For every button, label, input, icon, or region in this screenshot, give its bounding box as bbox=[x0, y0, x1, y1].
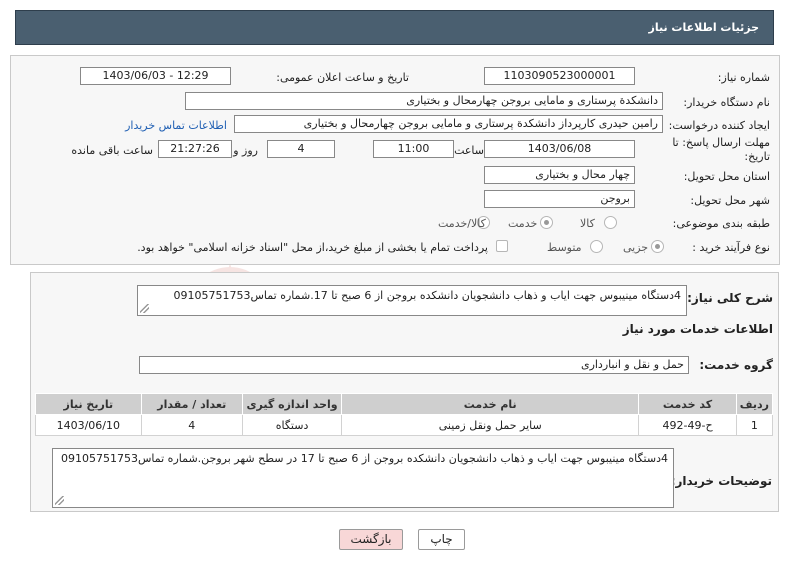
buyer-field: دانشکدة پرستاری و مامایی بروجن چهارمحال … bbox=[185, 92, 663, 110]
treasury-payment-note: پرداخت تمام یا بخشی از مبلغ خرید،از محل … bbox=[137, 241, 488, 254]
announce-datetime-field: 1403/06/03 - 12:29 bbox=[80, 67, 231, 85]
days-and-label: روز و bbox=[233, 144, 258, 157]
contact-info-link[interactable]: اطلاعات تماس خریدار bbox=[125, 119, 227, 132]
city-field: بروجن bbox=[484, 190, 635, 208]
services-title: اطلاعات خدمات مورد نیاز bbox=[622, 322, 773, 336]
cell-service-code: ح-49-492 bbox=[638, 414, 737, 436]
service-group-label: گروه خدمت: bbox=[699, 358, 773, 372]
print-button[interactable]: چاپ bbox=[418, 529, 465, 550]
buyer-label: نام دستگاه خریدار: bbox=[683, 96, 770, 109]
col-header-service-code: کد خدمت bbox=[638, 393, 737, 415]
buyer-notes-label: توضیحات خریدار: bbox=[670, 474, 772, 488]
process-label: نوع فرآیند خرید : bbox=[692, 241, 770, 254]
category-radio-goods[interactable] bbox=[604, 216, 617, 229]
deadline-label: مهلت ارسال پاسخ: تا تاریخ: bbox=[672, 136, 770, 163]
cell-need-date: 1403/06/10 bbox=[35, 414, 142, 436]
cell-unit: دستگاه bbox=[241, 414, 343, 436]
col-header-quantity: تعداد / مقدار bbox=[140, 393, 243, 415]
col-header-service-name: نام خدمت bbox=[341, 393, 640, 415]
table-header-row: ردیف کد خدمت نام خدمت واحد اندازه گیری ت… bbox=[35, 393, 774, 415]
remaining-time-field: 21:27:26 bbox=[158, 140, 232, 158]
process-option-minor: جزیی bbox=[623, 241, 649, 254]
resize-handle[interactable] bbox=[55, 496, 64, 505]
col-header-need-date: تاریخ نیاز bbox=[35, 393, 142, 415]
service-group-field: حمل و نقل و انبارداری bbox=[139, 356, 689, 374]
page-title: جزئیات اطلاعات نیاز bbox=[15, 10, 774, 45]
category-option-goods-service: کالا/خدمت bbox=[438, 217, 486, 230]
summary-label: شرح کلی نیاز: bbox=[687, 291, 773, 305]
category-option-service: خدمت bbox=[508, 217, 538, 230]
process-option-medium: متوسط bbox=[547, 241, 582, 254]
province-label: استان محل تحویل: bbox=[683, 170, 770, 183]
services-table: ردیف کد خدمت نام خدمت واحد اندازه گیری ت… bbox=[35, 393, 774, 436]
summary-text: 4دستگاه مینیبوس جهت ایاب و ذهاب دانشجویا… bbox=[137, 285, 687, 316]
cell-row-number: 1 bbox=[735, 414, 774, 436]
cell-service-name: سایر حمل ونقل زمینی bbox=[341, 414, 640, 436]
category-label: طبقه بندی موضوعی: bbox=[672, 217, 770, 230]
category-option-goods: کالا bbox=[580, 217, 595, 230]
table-row: 1 ح-49-492 سایر حمل ونقل زمینی دستگاه 4 … bbox=[35, 414, 774, 436]
creator-label: ایجاد کننده درخواست: bbox=[668, 119, 770, 132]
resize-handle[interactable] bbox=[140, 304, 149, 313]
announce-label: تاریخ و ساعت اعلان عمومی: bbox=[276, 71, 409, 84]
deadline-date-field: 1403/06/08 bbox=[484, 140, 635, 158]
creator-field: رامین حیدری کارپرداز دانشکدة پرستاری و م… bbox=[234, 115, 663, 133]
category-radio-service[interactable] bbox=[540, 216, 553, 229]
city-label: شهر محل تحویل: bbox=[690, 194, 770, 207]
deadline-time-field: 11:00 bbox=[373, 140, 454, 158]
col-header-unit: واحد اندازه گیری bbox=[241, 393, 343, 415]
province-field: چهار محال و بختیاری bbox=[484, 166, 635, 184]
treasury-checkbox[interactable] bbox=[496, 240, 508, 252]
process-radio-medium[interactable] bbox=[590, 240, 603, 253]
need-number-field: 1103090523000001 bbox=[484, 67, 635, 85]
back-button[interactable]: بازگشت bbox=[339, 529, 403, 550]
remaining-label: ساعت باقی مانده bbox=[71, 144, 153, 157]
deadline-time-label: ساعت bbox=[454, 144, 484, 157]
col-header-row-number: ردیف bbox=[735, 393, 774, 415]
buyer-notes-text: 4دستگاه مینیبوس جهت ایاب و ذهاب دانشجویا… bbox=[52, 448, 674, 508]
need-number-label: شماره نیاز: bbox=[717, 71, 770, 84]
cell-quantity: 4 bbox=[140, 414, 243, 436]
remaining-days-field: 4 bbox=[267, 140, 335, 158]
process-radio-minor[interactable] bbox=[651, 240, 664, 253]
